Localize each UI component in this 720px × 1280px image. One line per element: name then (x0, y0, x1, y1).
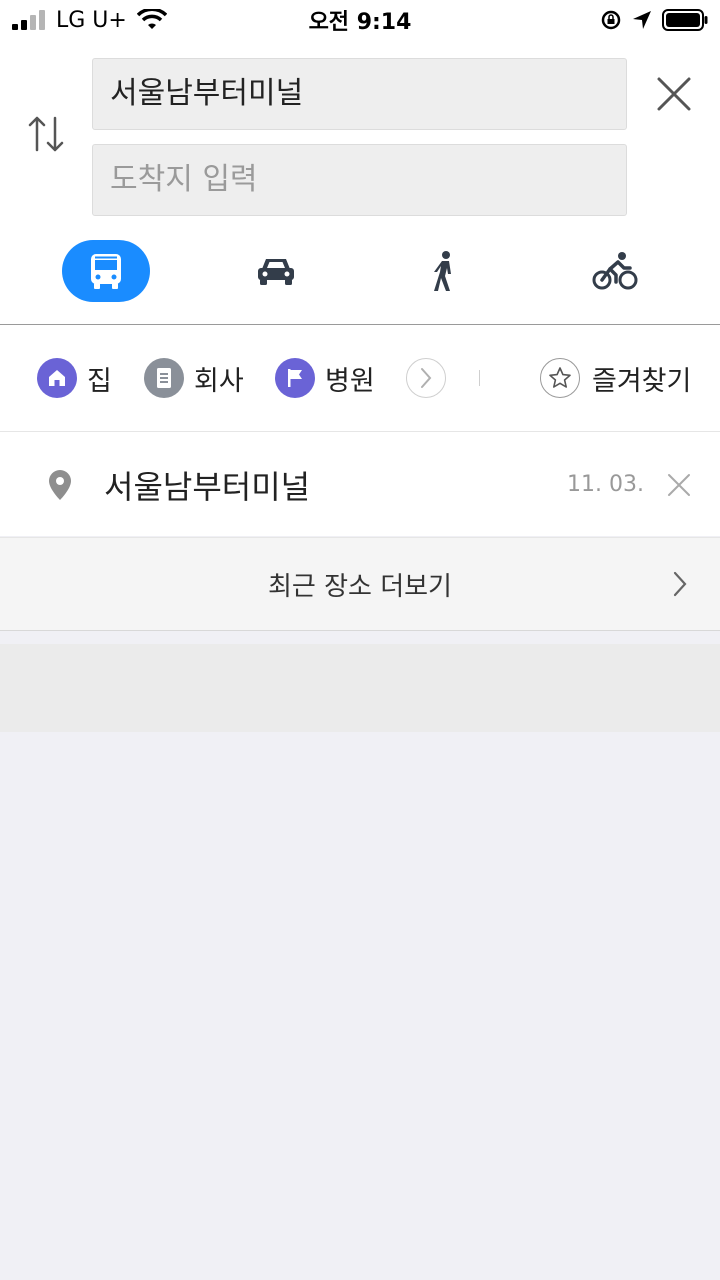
route-search-panel: 서울남부터미널 도착지 입력 (0, 40, 720, 325)
swap-arrows-icon (28, 116, 64, 152)
map-pin-icon (49, 470, 71, 500)
origin-input[interactable]: 서울남부터미널 (92, 58, 627, 130)
shortcut-work-label: 회사 (194, 365, 244, 397)
mode-tab-walk[interactable] (410, 240, 480, 302)
recent-place-row[interactable]: 서울남부터미널 11. 03. (0, 432, 720, 536)
more-recent-places-label: 최근 장소 더보기 (268, 572, 452, 602)
mode-tab-car[interactable] (238, 240, 314, 302)
shortcut-hospital-label: 병원 (325, 365, 375, 397)
mode-tab-bike[interactable] (580, 240, 650, 302)
status-right (600, 6, 708, 34)
shortcut-hospital[interactable]: 병원 (275, 358, 375, 398)
status-bar: LG U+ 오전 9:14 (0, 0, 720, 40)
recent-place-name: 서울남부터미널 (104, 468, 311, 506)
bike-icon (592, 252, 638, 290)
shortcut-divider (479, 370, 480, 386)
recent-place-date: 11. 03. (567, 472, 644, 497)
favorites-label: 즐겨찾기 (592, 365, 692, 397)
more-recent-places-button[interactable]: 최근 장소 더보기 (0, 537, 720, 631)
shortcut-home-label: 집 (87, 365, 112, 397)
battery-icon (662, 9, 708, 31)
shortcut-more-button[interactable] (406, 358, 446, 398)
close-button[interactable] (652, 72, 696, 116)
chevron-right-icon (421, 368, 432, 388)
location-arrow-icon (633, 11, 651, 29)
document-icon (144, 358, 184, 398)
shortcut-bar: 집 회사 병원 즐겨찾기 (0, 325, 720, 432)
home-icon (37, 358, 77, 398)
swap-locations-button[interactable] (22, 110, 70, 158)
shortcut-home[interactable]: 집 (37, 358, 112, 398)
mode-tab-transit[interactable] (62, 240, 150, 302)
destination-input[interactable]: 도착지 입력 (92, 144, 627, 216)
flag-icon (275, 358, 315, 398)
car-icon (258, 259, 294, 285)
empty-section (0, 644, 720, 732)
star-icon (540, 358, 580, 398)
orientation-lock-icon (601, 10, 621, 30)
walk-icon (434, 251, 451, 291)
chevron-right-icon (673, 571, 687, 597)
delete-recent-icon[interactable] (666, 472, 692, 498)
close-icon (657, 77, 691, 111)
shortcut-work[interactable]: 회사 (144, 358, 244, 398)
favorites-button[interactable]: 즐겨찾기 (540, 358, 691, 398)
bus-icon (91, 254, 121, 289)
